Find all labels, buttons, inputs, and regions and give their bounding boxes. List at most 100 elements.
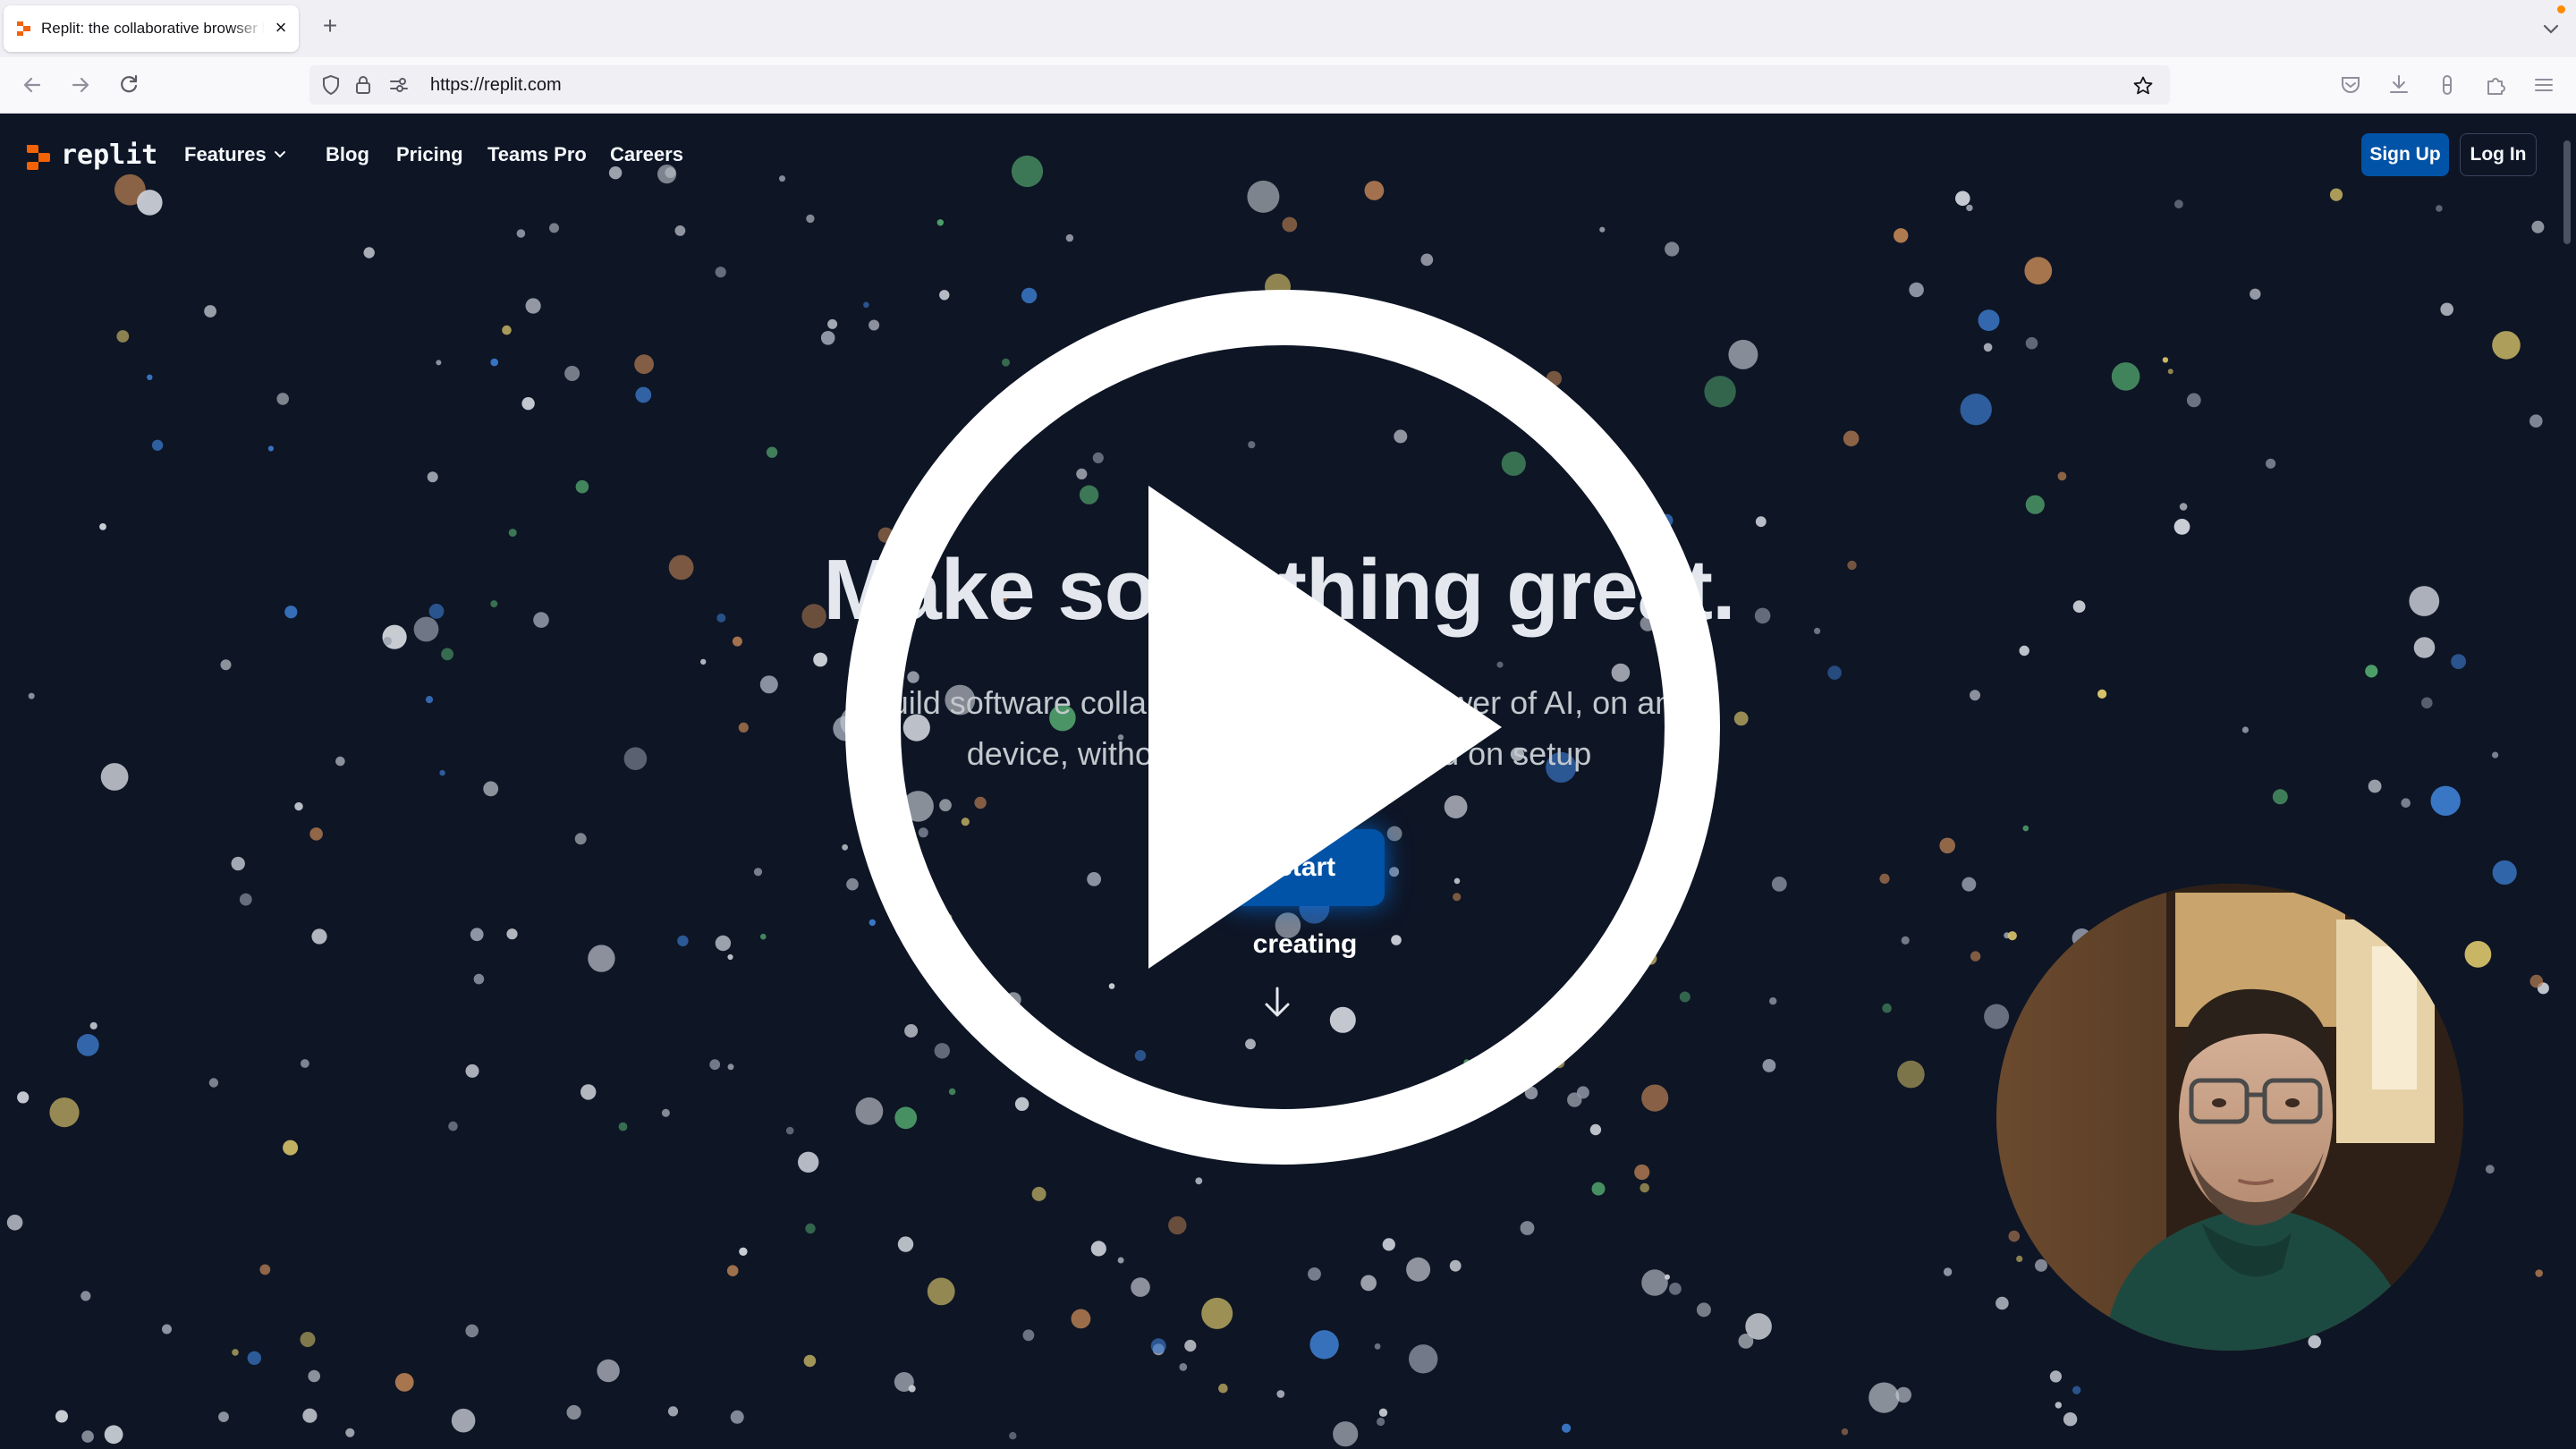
particle-dot	[1868, 1382, 1900, 1413]
pocket-icon[interactable]	[2338, 72, 2363, 97]
particle-dot	[276, 393, 290, 405]
particle-dot	[2186, 393, 2201, 408]
particle-dot	[345, 1428, 355, 1437]
particle-dot	[2529, 974, 2544, 988]
particle-dot	[608, 166, 623, 180]
particle-dot	[1117, 1257, 1124, 1264]
lock-icon[interactable]	[352, 74, 374, 96]
particle-dot	[232, 1349, 239, 1356]
particle-dot	[80, 1291, 91, 1301]
particle-dot	[1276, 1390, 1285, 1398]
particle-dot	[1841, 1428, 1849, 1436]
nav-pricing[interactable]: Pricing	[396, 143, 463, 166]
particle-dot	[1562, 1423, 1572, 1433]
particle-dot	[779, 175, 785, 182]
particle-dot	[1071, 1309, 1091, 1329]
particle-dot	[1769, 997, 1777, 1005]
particle-dot	[1150, 1338, 1166, 1354]
particle-dot	[2492, 751, 2499, 758]
particle-dot	[1009, 1432, 1017, 1440]
particle-dot	[894, 1372, 914, 1392]
downloads-icon[interactable]	[2386, 72, 2411, 97]
particle-dot	[302, 1408, 318, 1423]
particle-dot	[2529, 414, 2543, 428]
particle-dot	[727, 953, 733, 961]
particle-dot	[2531, 220, 2545, 233]
tab-close-icon[interactable]: ×	[270, 17, 292, 38]
particle-dot	[441, 648, 453, 661]
url-text[interactable]: https://replit.com	[430, 75, 562, 95]
nav-features[interactable]: Features	[184, 143, 267, 166]
nav-blog[interactable]: Blog	[326, 143, 369, 166]
nav-careers[interactable]: Careers	[610, 143, 683, 166]
reload-icon[interactable]	[116, 72, 141, 97]
particle-dot	[2440, 302, 2453, 317]
particle-dot	[766, 446, 778, 458]
particle-dot	[208, 1078, 219, 1088]
particle-dot	[936, 219, 945, 226]
replit-logo[interactable]: replit	[25, 140, 159, 175]
particle-dot	[1970, 690, 1980, 701]
particle-dot	[2266, 458, 2276, 469]
particle-dot	[674, 225, 686, 236]
tracking-protection-shield-icon[interactable]	[320, 74, 342, 96]
particle-dot	[1591, 1182, 1606, 1196]
particle-dot	[2179, 503, 2188, 511]
particle-dot	[753, 868, 763, 877]
particle-dot	[1696, 1302, 1711, 1318]
particle-dot	[451, 1408, 476, 1433]
site-permissions-icon[interactable]	[388, 74, 410, 96]
play-icon[interactable]	[844, 289, 1721, 1165]
particle-dot	[470, 928, 484, 942]
particle-dot	[1420, 253, 1434, 267]
particle-dot	[2063, 1412, 2078, 1427]
particle-dot	[363, 247, 375, 258]
particle-dot	[220, 659, 232, 671]
particle-dot	[1943, 1267, 1953, 1276]
particle-dot	[218, 1411, 229, 1422]
particle-dot	[2492, 331, 2521, 360]
particle-dot	[805, 1223, 816, 1234]
particle-dot	[2007, 931, 2017, 941]
new-tab-icon[interactable]: +	[318, 13, 342, 38]
log-in-button[interactable]: Log In	[2460, 133, 2537, 176]
back-icon[interactable]	[20, 72, 45, 97]
particle-dot	[2451, 654, 2467, 669]
sign-up-button[interactable]: Sign Up	[2361, 133, 2449, 176]
list-all-tabs-chevron-icon[interactable]	[2538, 16, 2563, 41]
browser-tab[interactable]: Replit: the collaborative browser based …	[4, 5, 299, 52]
forward-icon[interactable]	[68, 72, 93, 97]
particle-dot	[1599, 226, 1606, 233]
particle-dot	[1406, 1257, 1431, 1282]
particle-dot	[803, 1354, 817, 1368]
particle-dot	[1011, 155, 1044, 188]
page-scrollbar[interactable]	[2558, 114, 2576, 1449]
particle-dot	[49, 1097, 80, 1128]
particle-dot	[1882, 1003, 1892, 1013]
particle-dot	[465, 1324, 479, 1338]
particle-dot	[759, 675, 778, 694]
particle-dot	[2250, 288, 2261, 300]
particle-dot	[100, 763, 129, 791]
particle-dot	[1634, 1164, 1650, 1181]
scrollbar-thumb[interactable]	[2563, 140, 2571, 244]
particle-dot	[1843, 430, 1860, 447]
extensions-puzzle-icon[interactable]	[2483, 72, 2508, 97]
features-chevron-down-icon[interactable]	[272, 147, 288, 163]
particle-dot	[2025, 336, 2038, 350]
menu-hamburger-icon[interactable]	[2531, 72, 2556, 97]
particle-dot	[2111, 362, 2140, 391]
nav-teams-pro[interactable]: Teams Pro	[487, 143, 587, 166]
url-bar[interactable]: https://replit.com	[309, 65, 2170, 105]
particle-dot	[727, 1063, 734, 1071]
particle-dot	[1745, 1313, 1772, 1340]
particle-dot	[2057, 471, 2067, 481]
bookmark-star-icon[interactable]	[2132, 75, 2154, 97]
particle-dot	[137, 190, 163, 216]
particle-dot	[1771, 877, 1787, 892]
particle-dot	[1939, 837, 1955, 854]
particle-dot	[506, 928, 518, 940]
particle-dot	[6, 1215, 23, 1231]
extension-icon[interactable]	[2435, 72, 2460, 97]
particle-dot	[1640, 1182, 1649, 1193]
